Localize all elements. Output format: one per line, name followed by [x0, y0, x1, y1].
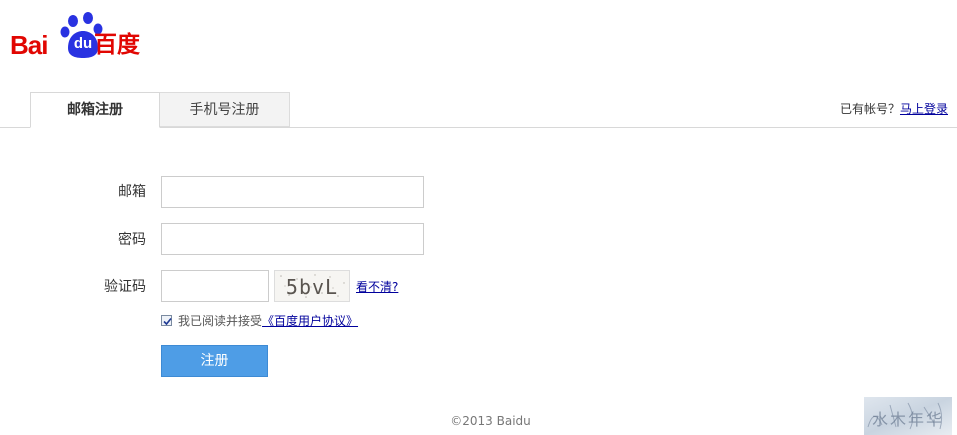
checkmark-icon	[163, 317, 172, 326]
captcha-text: 5bvL	[286, 275, 338, 299]
password-field[interactable]	[161, 223, 424, 255]
captcha-field[interactable]	[161, 270, 269, 302]
captcha-label: 验证码	[104, 279, 146, 295]
password-label: 密码	[118, 232, 146, 248]
logo-word-cn: 百度	[94, 32, 140, 58]
agreement-link[interactable]: 《百度用户协议》	[262, 314, 358, 328]
agreement-text: 我已阅读并接受《百度用户协议》	[178, 313, 358, 329]
agreement-checkbox[interactable]	[161, 315, 172, 326]
agreement-label: 我已阅读并接受	[178, 314, 263, 328]
login-hint: 已有帐号？马上登录	[840, 100, 948, 117]
login-link[interactable]: 马上登录	[900, 102, 948, 116]
email-field[interactable]	[161, 176, 424, 208]
footer-copyright: ©2013 Baidu	[450, 414, 531, 428]
register-button[interactable]: 注册	[161, 345, 268, 377]
tab-phone-register[interactable]: 手机号注册	[160, 92, 290, 127]
watermark-text: 水木年华	[872, 410, 944, 429]
login-hint-text: 已有帐号？	[839, 102, 900, 116]
tab-email-register[interactable]: 邮箱注册	[30, 92, 160, 128]
register-tabbar: 邮箱注册 手机号注册 已有帐号？马上登录	[0, 92, 957, 128]
captcha-refresh-link[interactable]: 看不清?	[356, 278, 398, 295]
watermark-image: 水木年华	[864, 397, 952, 435]
captcha-image[interactable]: 5bvL	[274, 270, 350, 302]
email-label: 邮箱	[118, 184, 146, 200]
baidu-logo[interactable]: Bai du 百度	[10, 12, 150, 60]
logo-word-bai: Bai	[10, 30, 48, 60]
